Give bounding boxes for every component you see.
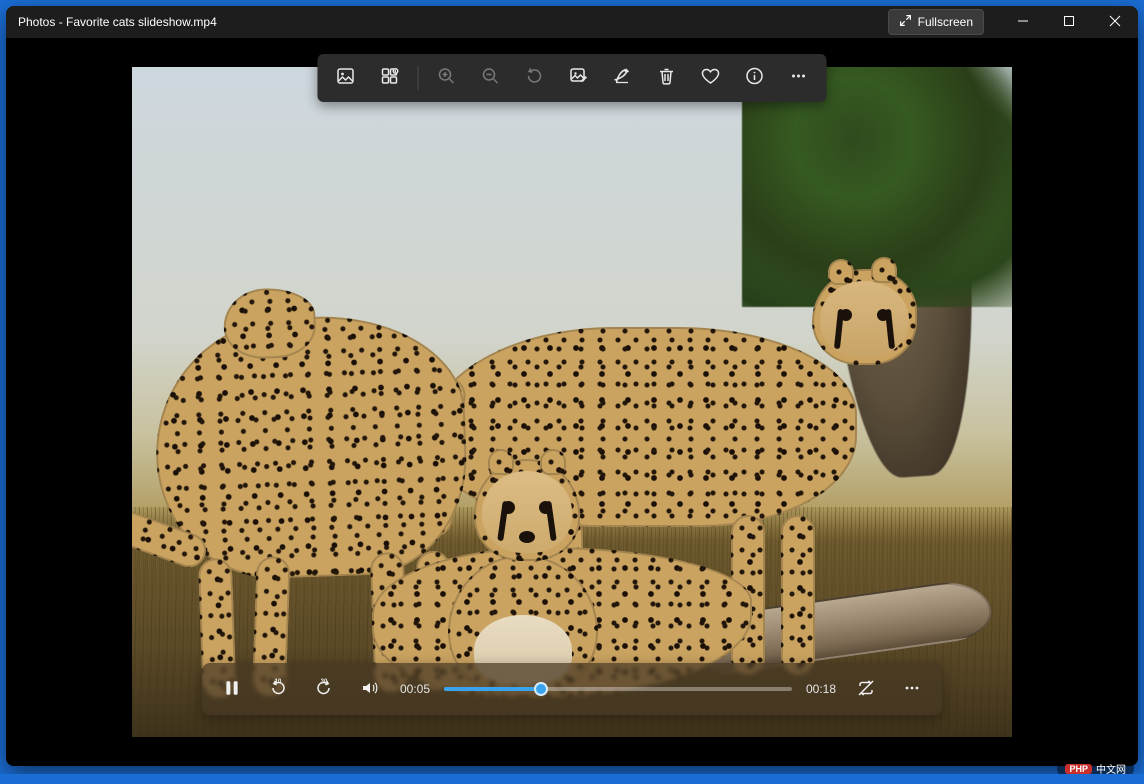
app-window: Photos - Favorite cats slideshow.mp4 Ful… bbox=[6, 6, 1138, 766]
loop-button[interactable] bbox=[850, 673, 882, 705]
window-controls bbox=[1000, 6, 1138, 38]
viewer-area: 10 30 00:05 00:18 bbox=[6, 38, 1138, 766]
close-icon bbox=[1109, 15, 1121, 30]
elapsed-time: 00:05 bbox=[400, 682, 430, 696]
edit-image-button[interactable] bbox=[559, 58, 599, 98]
pause-icon bbox=[223, 679, 241, 700]
seek-slider[interactable] bbox=[444, 680, 792, 698]
maximize-button[interactable] bbox=[1046, 6, 1092, 38]
fullscreen-icon bbox=[899, 14, 912, 30]
filmstrip-button[interactable] bbox=[370, 58, 410, 98]
play-pause-button[interactable] bbox=[216, 673, 248, 705]
zoom-out-button bbox=[471, 58, 511, 98]
skip-fwd-seconds: 30 bbox=[308, 679, 340, 685]
viewer-toolbar bbox=[318, 54, 827, 102]
fullscreen-label: Fullscreen bbox=[918, 15, 973, 29]
fullscreen-button[interactable]: Fullscreen bbox=[888, 9, 984, 35]
maximize-icon bbox=[1063, 15, 1075, 30]
more-icon bbox=[789, 66, 809, 91]
filmstrip-icon bbox=[380, 66, 400, 91]
playback-bar: 10 30 00:05 00:18 bbox=[202, 663, 942, 715]
close-button[interactable] bbox=[1092, 6, 1138, 38]
window-title: Photos - Favorite cats slideshow.mp4 bbox=[18, 15, 217, 29]
gallery-view-button[interactable] bbox=[326, 58, 366, 98]
markup-button[interactable] bbox=[603, 58, 643, 98]
info-button[interactable] bbox=[735, 58, 775, 98]
skip-back-seconds: 10 bbox=[262, 679, 294, 685]
toolbar-separator bbox=[418, 66, 419, 90]
titlebar[interactable]: Photos - Favorite cats slideshow.mp4 Ful… bbox=[6, 6, 1138, 38]
watermark-brand: PHP bbox=[1065, 764, 1092, 774]
skip-forward-button[interactable]: 30 bbox=[308, 673, 340, 705]
more-horizontal-icon bbox=[903, 679, 921, 700]
delete-icon bbox=[657, 66, 677, 91]
zoom-in-button bbox=[427, 58, 467, 98]
file-name: Favorite cats slideshow.mp4 bbox=[66, 15, 217, 29]
edit-image-icon bbox=[569, 66, 589, 91]
volume-icon bbox=[361, 679, 379, 700]
rotate-icon bbox=[525, 66, 545, 91]
video-frame[interactable]: 10 30 00:05 00:18 bbox=[132, 67, 1012, 737]
volume-button[interactable] bbox=[354, 673, 386, 705]
more-button[interactable] bbox=[779, 58, 819, 98]
taskbar-strip bbox=[0, 774, 1144, 784]
loop-off-icon bbox=[857, 679, 875, 700]
minimize-icon bbox=[1017, 15, 1029, 30]
zoom-out-icon bbox=[481, 66, 501, 91]
heart-icon bbox=[701, 66, 721, 91]
delete-button[interactable] bbox=[647, 58, 687, 98]
skip-back-button[interactable]: 10 bbox=[262, 673, 294, 705]
rotate-button bbox=[515, 58, 555, 98]
markup-icon bbox=[613, 66, 633, 91]
zoom-in-icon bbox=[437, 66, 457, 91]
info-icon bbox=[745, 66, 765, 91]
app-name: Photos bbox=[18, 15, 55, 29]
minimize-button[interactable] bbox=[1000, 6, 1046, 38]
total-duration: 00:18 bbox=[806, 682, 836, 696]
favorite-button[interactable] bbox=[691, 58, 731, 98]
gallery-view-icon bbox=[336, 66, 356, 91]
playbar-more-button[interactable] bbox=[896, 673, 928, 705]
